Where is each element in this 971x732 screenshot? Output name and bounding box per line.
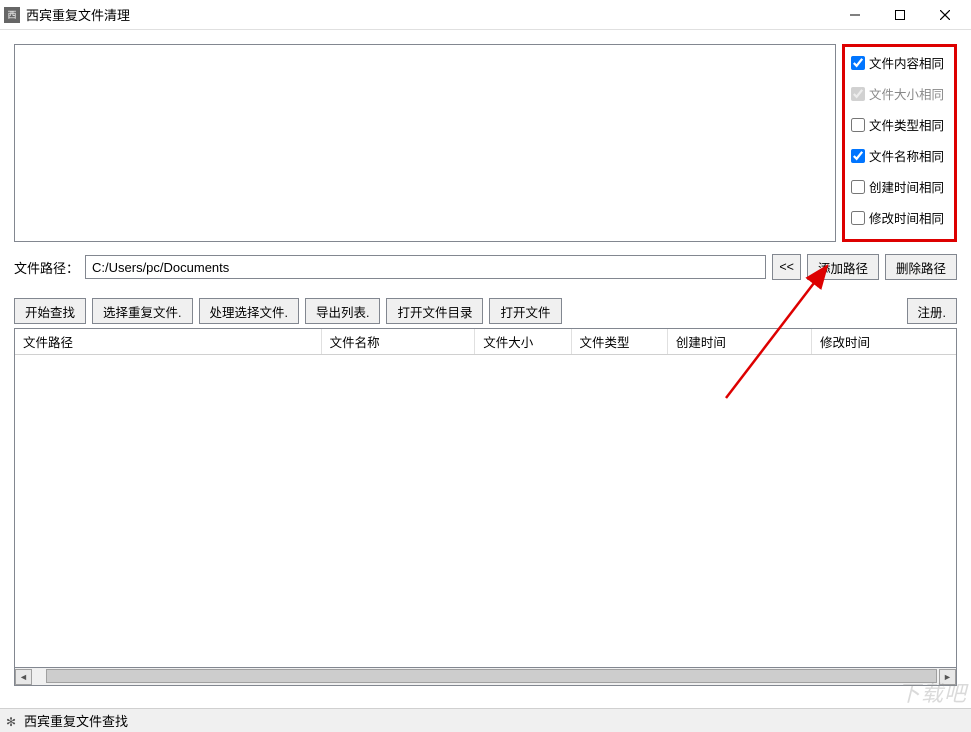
- status-text: 西宾重复文件查找: [24, 711, 128, 730]
- scroll-thumb[interactable]: [46, 669, 937, 683]
- status-bar: 西宾重复文件查找: [0, 708, 971, 732]
- filter-content-checkbox[interactable]: [851, 56, 865, 70]
- select-dup-button[interactable]: 选择重复文件.: [92, 298, 192, 324]
- filter-mtime-same[interactable]: 修改时间相同: [851, 208, 948, 227]
- path-input[interactable]: [85, 255, 766, 279]
- filter-ctime-same[interactable]: 创建时间相同: [851, 177, 948, 196]
- filter-type-same[interactable]: 文件类型相同: [851, 115, 948, 134]
- status-icon: [6, 714, 20, 728]
- app-icon: 西: [4, 7, 20, 23]
- filter-label: 文件内容相同: [869, 53, 944, 72]
- table-body[interactable]: [15, 355, 956, 667]
- filter-size-checkbox: [851, 87, 865, 101]
- col-size[interactable]: 文件大小: [475, 329, 571, 354]
- title-bar: 西 西宾重复文件清理: [0, 0, 971, 30]
- filter-name-checkbox[interactable]: [851, 149, 865, 163]
- maximize-button[interactable]: [877, 1, 922, 29]
- delete-path-button[interactable]: 删除路径: [885, 254, 957, 280]
- close-button[interactable]: [922, 1, 967, 29]
- filter-label: 文件名称相同: [869, 146, 944, 165]
- window-title: 西宾重复文件清理: [26, 5, 832, 24]
- history-button[interactable]: <<: [772, 254, 801, 280]
- filter-panel: 文件内容相同 文件大小相同 文件类型相同 文件名称相同 创建时间相同 修改时间相…: [842, 44, 957, 242]
- filter-label: 文件大小相同: [869, 84, 944, 103]
- path-label: 文件路径：: [14, 258, 79, 277]
- filter-name-same[interactable]: 文件名称相同: [851, 146, 948, 165]
- filter-content-same[interactable]: 文件内容相同: [851, 53, 948, 72]
- filter-label: 文件类型相同: [869, 115, 944, 134]
- scroll-left-icon[interactable]: ◄: [15, 669, 32, 685]
- filter-mtime-checkbox[interactable]: [851, 211, 865, 225]
- table-header: 文件路径 文件名称 文件大小 文件类型 创建时间 修改时间: [15, 329, 956, 355]
- process-sel-button[interactable]: 处理选择文件.: [199, 298, 299, 324]
- horizontal-scrollbar[interactable]: ◄ ►: [14, 668, 957, 686]
- export-list-button[interactable]: 导出列表.: [305, 298, 380, 324]
- filter-label: 修改时间相同: [869, 208, 944, 227]
- col-type[interactable]: 文件类型: [572, 329, 668, 354]
- minimize-button[interactable]: [832, 1, 877, 29]
- filter-type-checkbox[interactable]: [851, 118, 865, 132]
- result-table[interactable]: 文件路径 文件名称 文件大小 文件类型 创建时间 修改时间: [14, 328, 957, 668]
- register-button[interactable]: 注册.: [907, 298, 957, 324]
- add-path-button[interactable]: 添加路径: [807, 254, 879, 280]
- open-dir-button[interactable]: 打开文件目录: [386, 298, 483, 324]
- scroll-track[interactable]: [32, 668, 939, 685]
- col-path[interactable]: 文件路径: [15, 329, 322, 354]
- start-search-button[interactable]: 开始查找: [14, 298, 86, 324]
- filter-label: 创建时间相同: [869, 177, 944, 196]
- col-name[interactable]: 文件名称: [322, 329, 476, 354]
- filter-ctime-checkbox[interactable]: [851, 180, 865, 194]
- filter-size-same: 文件大小相同: [851, 84, 948, 103]
- open-file-button[interactable]: 打开文件: [489, 298, 561, 324]
- scroll-right-icon[interactable]: ►: [939, 669, 956, 685]
- col-mtime[interactable]: 修改时间: [812, 329, 956, 354]
- log-textarea[interactable]: [14, 44, 836, 242]
- col-ctime[interactable]: 创建时间: [668, 329, 812, 354]
